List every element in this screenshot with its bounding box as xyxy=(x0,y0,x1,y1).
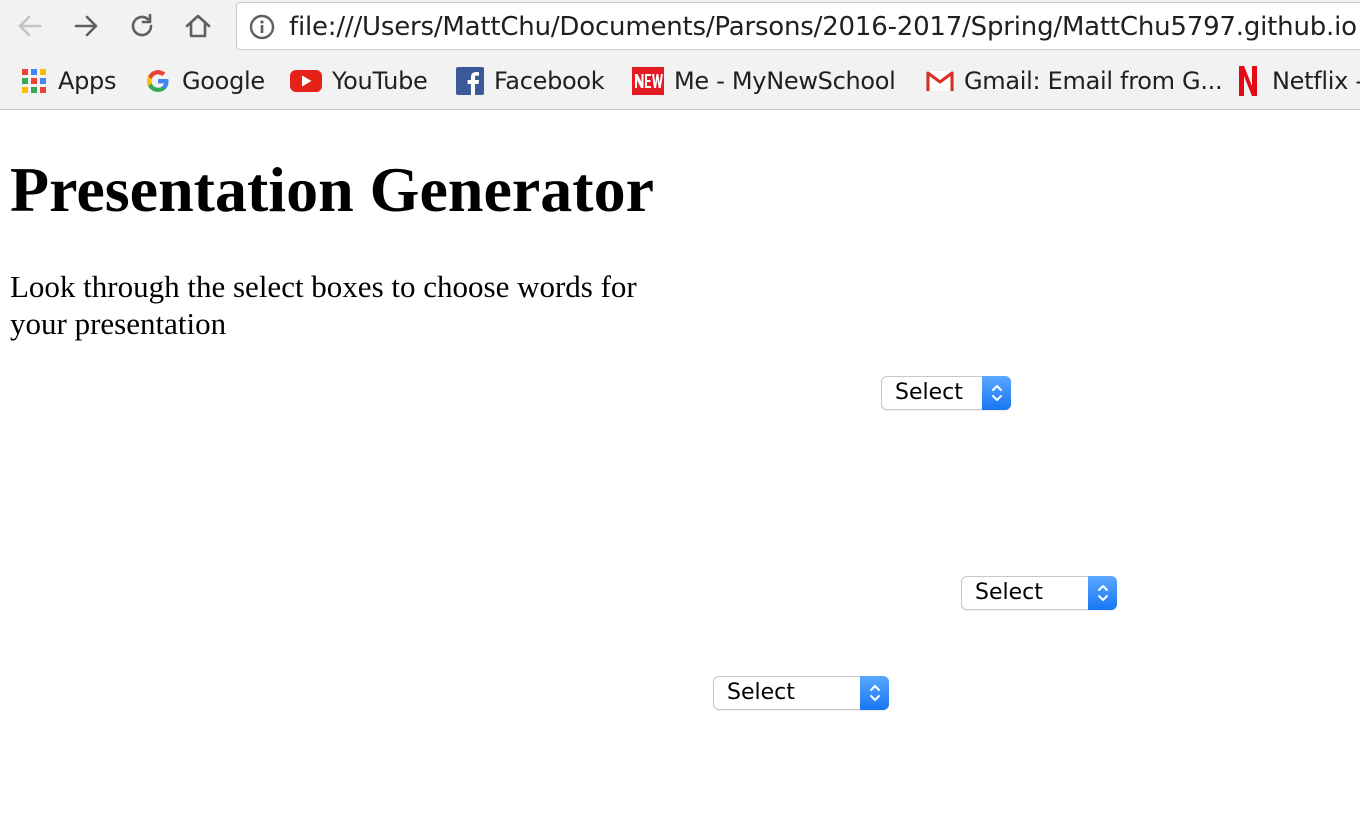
select-value: Select xyxy=(975,580,1043,605)
forward-button[interactable] xyxy=(68,8,104,44)
bookmark-label: Google xyxy=(182,67,265,95)
netflix-icon xyxy=(1234,66,1262,96)
address-url[interactable]: file:///Users/MattChu/Documents/Parsons/… xyxy=(289,11,1357,43)
bookmark-label: Gmail: Email from G... xyxy=(964,67,1223,95)
select-value: Select xyxy=(895,380,963,405)
bookmark-youtube[interactable]: YouTube xyxy=(290,64,428,98)
select-value: Select xyxy=(727,680,795,705)
bookmarks-bar: Apps Google YouTube Facebook Me - MyNewS… xyxy=(0,54,1360,110)
bookmark-gmail[interactable]: Gmail: Email from G... xyxy=(926,64,1223,98)
word-select-1[interactable]: Select xyxy=(881,376,1011,410)
newschool-icon xyxy=(632,67,664,95)
google-icon xyxy=(144,67,172,95)
bookmark-apps[interactable]: Apps xyxy=(20,64,117,98)
bookmark-netflix[interactable]: Netflix - xyxy=(1234,64,1360,98)
bookmark-label: Netflix - xyxy=(1272,67,1360,95)
reload-icon xyxy=(128,12,156,40)
bookmark-label: Apps xyxy=(58,67,117,95)
browser-toolbar: file:///Users/MattChu/Documents/Parsons/… xyxy=(0,0,1360,54)
facebook-icon xyxy=(456,67,484,95)
bookmark-label: Me - MyNewSchool xyxy=(674,67,896,95)
home-button[interactable] xyxy=(180,8,216,44)
word-select-2[interactable]: Select xyxy=(961,576,1117,610)
select-stepper-icon xyxy=(982,376,1011,410)
bookmark-google[interactable]: Google xyxy=(144,64,265,98)
bookmark-facebook[interactable]: Facebook xyxy=(456,64,605,98)
select-stepper-icon xyxy=(860,676,889,710)
apps-grid-icon xyxy=(20,67,48,95)
address-bar[interactable]: file:///Users/MattChu/Documents/Parsons/… xyxy=(236,2,1360,50)
select-stepper-icon xyxy=(1088,576,1117,610)
forward-arrow-icon xyxy=(72,12,100,40)
back-button[interactable] xyxy=(12,8,48,44)
back-arrow-icon xyxy=(16,12,44,40)
gmail-icon xyxy=(926,67,954,95)
instructions-text: Look through the select boxes to choose … xyxy=(10,269,637,341)
youtube-icon xyxy=(290,67,322,95)
reload-button[interactable] xyxy=(124,8,160,44)
word-select-3[interactable]: Select xyxy=(713,676,889,710)
bookmark-label: YouTube xyxy=(332,67,428,95)
bookmark-label: Facebook xyxy=(494,67,605,95)
bookmark-mynewschool[interactable]: Me - MyNewSchool xyxy=(632,64,896,98)
page-title: Presentation Generator xyxy=(10,154,654,225)
home-icon xyxy=(184,12,212,40)
site-info-icon[interactable] xyxy=(249,14,275,45)
